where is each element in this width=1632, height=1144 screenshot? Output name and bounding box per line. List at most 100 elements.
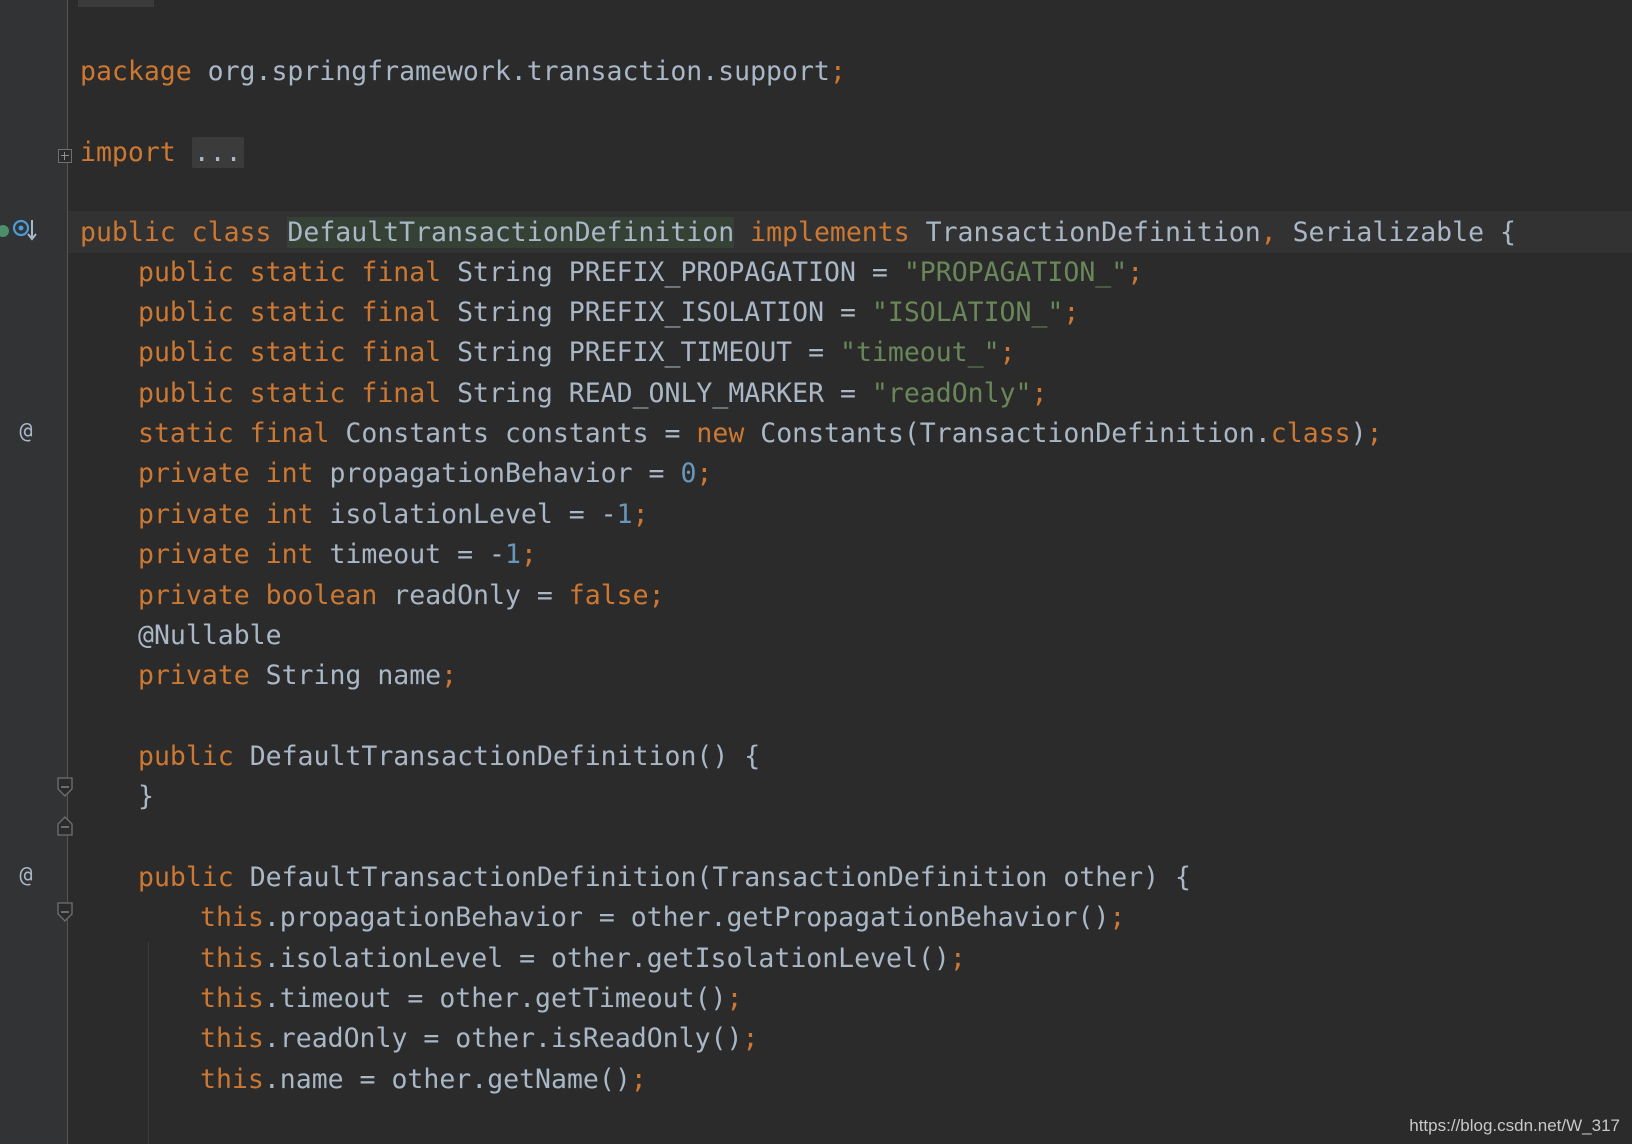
code-line-field[interactable]: private int propagationBehavior = 0;	[68, 452, 1632, 494]
keyword: implements	[750, 216, 910, 248]
code-line-field[interactable]: public static final String READ_ONLY_MAR…	[68, 372, 1632, 414]
identifier: String name	[249, 659, 442, 691]
code-line-statement[interactable]: this.timeout = other.getTimeout();	[68, 977, 1632, 1019]
annotation: @Nullable	[138, 619, 282, 651]
punctuation: ;	[632, 498, 649, 530]
identifier: isolationLevel = -	[313, 498, 617, 530]
code-line-constructor[interactable]: public DefaultTransactionDefinition(Tran…	[68, 856, 1632, 898]
code-line-statement[interactable]: this.propagationBehavior = other.getProp…	[68, 896, 1632, 938]
keyword: public static final	[138, 336, 442, 368]
keyword: public	[138, 740, 234, 772]
code-line-field[interactable]: public static final String PREFIX_ISOLAT…	[68, 291, 1632, 333]
identifier: .timeout = other.getTimeout()	[263, 982, 727, 1014]
keyword: this	[200, 942, 264, 974]
override-at-icon[interactable]: @	[12, 417, 40, 445]
identifier: .name = other.getName()	[263, 1063, 631, 1095]
code-line-annotation[interactable]: @Nullable	[68, 614, 1632, 656]
keyword: public	[138, 861, 234, 893]
keyword: this	[200, 1022, 264, 1054]
code-line-statement[interactable]: this.name = other.getName();	[68, 1058, 1632, 1100]
code-line-field[interactable]: public static final String PREFIX_PROPAG…	[68, 251, 1632, 293]
number-literal: 1	[504, 538, 521, 570]
identifier: .readOnly = other.isReadOnly()	[263, 1022, 743, 1054]
keyword: public static final	[138, 296, 442, 328]
keyword: private int	[138, 538, 314, 570]
identifier: String PREFIX_ISOLATION =	[441, 296, 872, 328]
keyword: package	[80, 55, 192, 87]
code-line-field[interactable]: private boolean readOnly = false;	[68, 574, 1632, 616]
punctuation: ;	[742, 1022, 759, 1054]
code-line-package[interactable]: package org.springframework.transaction.…	[68, 50, 1632, 92]
punctuation: ,	[1260, 216, 1277, 248]
punctuation: ;	[630, 1063, 647, 1095]
class-name-highlight[interactable]: DefaultTransactionDefinition	[287, 216, 735, 248]
keyword: private boolean	[138, 579, 378, 611]
keyword: public static final	[138, 256, 442, 288]
identifier: readOnly =	[377, 579, 569, 611]
number-literal: 0	[680, 457, 697, 489]
identifier: Serializable {	[1276, 216, 1516, 248]
keyword: public static final	[138, 377, 442, 409]
code-line-closing-brace[interactable]: }	[68, 775, 1632, 817]
code-line-statement[interactable]: this.isolationLevel = other.getIsolation…	[68, 937, 1632, 979]
code-line-field[interactable]: private String name;	[68, 654, 1632, 696]
identifier: .isolationLevel = other.getIsolationLeve…	[263, 942, 950, 974]
punctuation: ;	[648, 579, 665, 611]
identifier: timeout = -	[313, 538, 505, 570]
identifier: String READ_ONLY_MARKER =	[441, 377, 872, 409]
keyword: static final	[138, 417, 330, 449]
punctuation: ;	[949, 942, 966, 974]
code-line-import[interactable]: import ...	[68, 131, 1632, 173]
punctuation: ;	[1109, 901, 1126, 933]
code-line-field[interactable]: public static final String PREFIX_TIMEOU…	[68, 331, 1632, 373]
identifier: Constants constants =	[329, 417, 697, 449]
code-line-field[interactable]: private int isolationLevel = -1;	[68, 493, 1632, 535]
punctuation: ;	[829, 55, 846, 87]
identifier: TransactionDefinition	[909, 216, 1261, 248]
punctuation: ;	[726, 982, 743, 1014]
keyword: false	[568, 579, 649, 611]
code-line-field[interactable]: static final Constants constants = new C…	[68, 412, 1632, 454]
punctuation: ;	[999, 336, 1016, 368]
editor-gutter	[0, 0, 67, 1144]
override-at-icon[interactable]: @	[12, 861, 40, 889]
string-literal: "PROPAGATION_"	[903, 256, 1128, 288]
string-literal: "ISOLATION_"	[871, 296, 1064, 328]
keyword: this	[200, 982, 264, 1014]
keyword: this	[200, 1063, 264, 1095]
keyword: new	[696, 417, 745, 449]
watermark-url: https://blog.csdn.net/W_317	[1409, 1116, 1620, 1135]
identifier: Constants(TransactionDefinition.	[744, 417, 1271, 449]
punctuation: ;	[1031, 377, 1048, 409]
punctuation: ;	[1063, 296, 1080, 328]
implemented-interface-icon[interactable]	[0, 216, 40, 244]
keyword: private int	[138, 498, 314, 530]
punctuation: ;	[520, 538, 537, 570]
string-literal: "readOnly"	[871, 377, 1032, 409]
identifier: org.springframework.transaction.support	[191, 55, 830, 87]
brace: }	[138, 780, 154, 812]
folded-imports[interactable]: ...	[191, 136, 244, 168]
identifier: .propagationBehavior = other.getPropagat…	[263, 901, 1110, 933]
punctuation: ;	[1366, 417, 1383, 449]
keyword: this	[200, 901, 264, 933]
number-literal: 1	[616, 498, 633, 530]
identifier: DefaultTransactionDefinition() {	[233, 740, 761, 772]
identifier: DefaultTransactionDefinition(Transaction…	[233, 861, 1191, 893]
punctuation: ;	[1127, 256, 1144, 288]
keyword: import	[80, 136, 176, 168]
code-line-class-declaration[interactable]: public class DefaultTransactionDefinitio…	[68, 211, 1632, 253]
code-editor[interactable]: package org.springframework.transaction.…	[68, 0, 1632, 1144]
keyword: private	[138, 659, 250, 691]
punctuation: ;	[441, 659, 458, 691]
string-literal: "timeout_"	[840, 336, 1000, 368]
code-line-constructor[interactable]: public DefaultTransactionDefinition() {	[68, 735, 1632, 777]
code-line-field[interactable]: private int timeout = -1;	[68, 533, 1632, 575]
keyword: private int	[138, 457, 314, 489]
identifier: String PREFIX_TIMEOUT =	[441, 336, 840, 368]
keyword: class	[1270, 417, 1351, 449]
code-line-statement[interactable]: this.readOnly = other.isReadOnly();	[68, 1017, 1632, 1059]
